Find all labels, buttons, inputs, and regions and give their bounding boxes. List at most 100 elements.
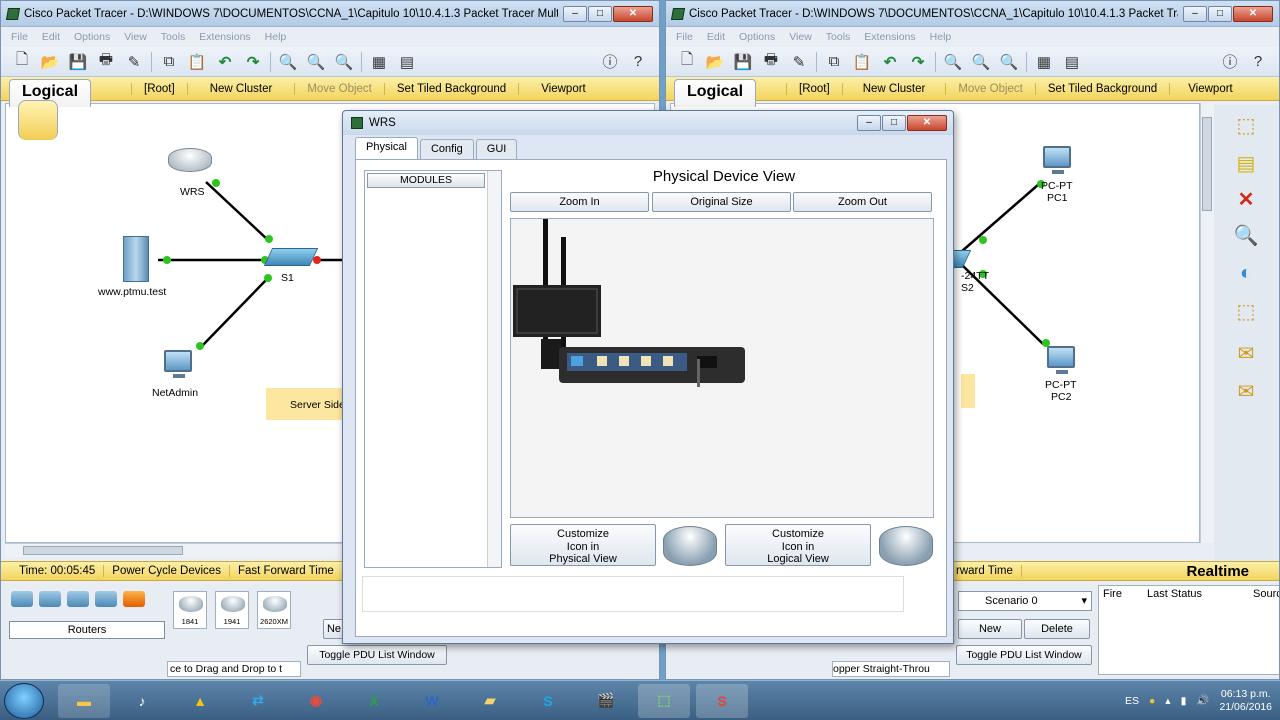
resize-shape-tool-icon[interactable]: ⬚ (1220, 293, 1272, 329)
print-icon[interactable]: 🖶 (760, 51, 782, 73)
set-tiled-background-button[interactable]: Set Tiled Background (383, 82, 518, 95)
start-button[interactable] (4, 682, 44, 719)
menu-help[interactable]: Help (265, 31, 287, 43)
menu-extensions[interactable]: Extensions (864, 31, 915, 43)
power-cycle-button[interactable]: Power Cycle Devices (104, 565, 230, 577)
viewport-button[interactable]: Viewport (1169, 82, 1251, 95)
network-icon[interactable]: ▮ (1181, 695, 1187, 707)
right-title-bar[interactable]: Cisco Packet Tracer - D:\WINDOWS 7\DOCUM… (666, 1, 1279, 27)
wizard-icon[interactable]: ✎ (123, 51, 145, 73)
delete-tool-icon[interactable]: ✕ (1220, 181, 1272, 217)
open-folder-icon[interactable]: 📂 (39, 51, 61, 73)
minimize-button[interactable]: – (563, 5, 587, 22)
menu-options[interactable]: Options (74, 31, 110, 43)
viewport-button[interactable]: Viewport (518, 82, 608, 95)
close-button[interactable]: ✕ (907, 115, 947, 131)
palette-icon[interactable]: ▦ (368, 51, 390, 73)
save-icon[interactable]: 💾 (67, 51, 89, 73)
info-icon[interactable]: ⓘ (599, 51, 621, 73)
move-object-button[interactable]: Move Object (294, 82, 384, 95)
connections-category-icon[interactable] (123, 591, 145, 607)
maximize-button[interactable]: □ (882, 115, 906, 131)
zoom-in-button[interactable]: Zoom In (510, 192, 649, 212)
zoom-in-icon[interactable]: 🔍 (942, 51, 964, 73)
explorer-icon[interactable]: ▬ (58, 683, 110, 718)
volume-icon[interactable]: 🔊 (1196, 694, 1209, 707)
minimize-button[interactable]: – (1183, 5, 1207, 22)
note-tool-icon[interactable]: ▤ (1220, 145, 1272, 181)
minimize-button[interactable]: – (857, 115, 881, 131)
zoom-out-icon[interactable]: 🔍 (333, 51, 355, 73)
dialog-title-bar[interactable]: WRS – □ ✕ (343, 111, 953, 135)
customize-physical-icon-button[interactable]: Customize Icon in Physical View (510, 524, 656, 566)
note-fragment[interactable] (961, 374, 975, 408)
delete-scenario-button[interactable]: Delete (1024, 619, 1090, 639)
modules-scrollbar[interactable] (487, 171, 501, 567)
wizard-icon[interactable]: ✎ (788, 51, 810, 73)
excel-icon[interactable]: X (348, 684, 400, 718)
draw-shape-tool-icon[interactable]: ◐ (1220, 255, 1272, 291)
right-vertical-scrollbar[interactable] (1200, 103, 1214, 543)
switch-category-icon[interactable] (39, 591, 61, 607)
root-breadcrumb[interactable]: [Root] (131, 82, 187, 95)
save-icon[interactable]: 💾 (732, 51, 754, 73)
server-icon[interactable] (123, 236, 149, 282)
new-cluster-button[interactable]: New Cluster (186, 82, 295, 95)
redo-icon[interactable]: ↷ (907, 51, 929, 73)
logical-tab[interactable]: Logical (674, 79, 756, 107)
menu-edit[interactable]: Edit (42, 31, 60, 43)
hub-category-icon[interactable] (67, 591, 89, 607)
chrome-icon[interactable]: ◉ (290, 684, 342, 718)
switch-s1-icon[interactable] (263, 248, 319, 266)
maximize-button[interactable]: □ (1208, 5, 1232, 22)
zoom-reset-icon[interactable]: 🔍 (970, 51, 992, 73)
new-file-icon[interactable]: 🗋 (11, 51, 33, 73)
notification-icon[interactable]: ● (1149, 695, 1155, 707)
menu-tools[interactable]: Tools (826, 31, 851, 43)
menu-view[interactable]: View (124, 31, 147, 43)
zoom-reset-icon[interactable]: 🔍 (305, 51, 327, 73)
menu-edit[interactable]: Edit (707, 31, 725, 43)
scroll-thumb[interactable] (23, 546, 183, 555)
audio-app-icon[interactable]: ♪ (116, 684, 168, 718)
wrs-router-icon[interactable] (168, 148, 212, 172)
paste-icon[interactable]: 📋 (186, 51, 208, 73)
fast-forward-button[interactable]: Fast Forward Time (230, 565, 343, 577)
help-icon[interactable]: ? (1247, 51, 1269, 73)
set-tiled-background-button[interactable]: Set Tiled Background (1034, 82, 1169, 95)
custom-device-icon[interactable]: ▤ (1061, 51, 1083, 73)
show-hidden-icons-icon[interactable]: ▴ (1165, 695, 1170, 707)
new-file-icon[interactable]: 🗋 (676, 51, 698, 73)
new-cluster-button[interactable]: New Cluster (841, 82, 946, 95)
redo-icon[interactable]: ↷ (242, 51, 264, 73)
packet-tracer-taskbar-icon[interactable]: ⬚ (638, 683, 690, 718)
new-scenario-button[interactable]: New (958, 619, 1022, 639)
tab-gui[interactable]: GUI (475, 139, 518, 159)
clock[interactable]: 06:13 p.m. 21/06/2016 (1219, 688, 1272, 714)
undo-icon[interactable]: ↶ (214, 51, 236, 73)
copy-icon[interactable]: ⧉ (823, 51, 845, 73)
scenario-select[interactable]: Scenario 0 ▾ (958, 591, 1092, 611)
pc2-icon[interactable] (1047, 346, 1075, 374)
router-category-icon[interactable] (11, 591, 33, 607)
toggle-pdu-list-button[interactable]: Toggle PDU List Window (307, 645, 447, 665)
navigation-panel-icon[interactable] (18, 100, 58, 140)
original-size-button[interactable]: Original Size (652, 192, 791, 212)
close-button[interactable]: ✕ (1233, 5, 1273, 22)
custom-device-icon[interactable]: ▤ (396, 51, 418, 73)
model-2620xm[interactable]: 2620XM (257, 591, 291, 629)
complex-pdu-icon[interactable]: ✉ (1220, 373, 1272, 409)
pc1-icon[interactable] (1043, 146, 1071, 174)
netadmin-pc-icon[interactable] (164, 350, 192, 378)
open-folder-icon[interactable]: 📂 (704, 51, 726, 73)
select-tool-icon[interactable]: ⬚ (1220, 107, 1272, 143)
print-icon[interactable]: 🖶 (95, 51, 117, 73)
customize-logical-icon-button[interactable]: Customize Icon in Logical View (725, 524, 871, 566)
tab-physical[interactable]: Physical (355, 137, 418, 159)
menu-view[interactable]: View (789, 31, 812, 43)
root-breadcrumb[interactable]: [Root] (786, 82, 842, 95)
maximize-button[interactable]: □ (588, 5, 612, 22)
simple-pdu-icon[interactable]: ✉ (1220, 335, 1272, 371)
zoom-out-button[interactable]: Zoom Out (793, 192, 932, 212)
menu-extensions[interactable]: Extensions (199, 31, 250, 43)
